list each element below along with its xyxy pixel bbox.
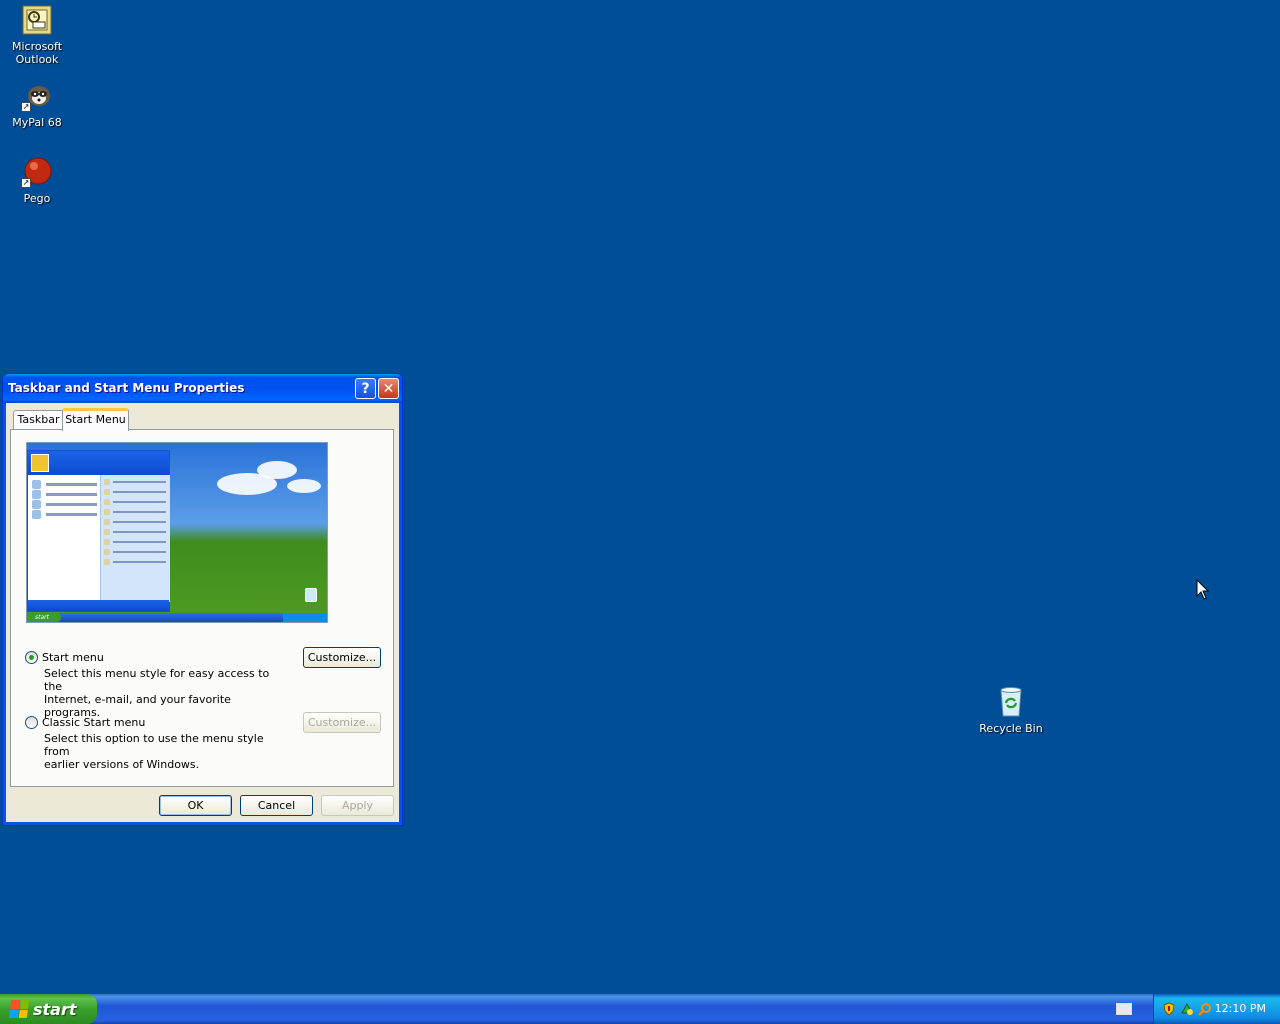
preview-recycle-bin-icon [305,588,317,602]
taskbar: start 12:10 PM [0,994,1280,1024]
help-icon: ? [361,380,370,397]
close-button[interactable]: ✕ [378,378,399,399]
windows-logo-icon [8,1000,30,1018]
desktop-icon-outlook[interactable]: Microsoft Outlook [0,4,74,66]
tab-start-menu[interactable]: Start Menu [62,408,129,431]
keyboard-icon[interactable] [1116,1003,1132,1015]
recycle-bin-icon [995,686,1027,718]
shortcut-arrow-icon: ↗ [21,178,31,188]
tab-taskbar[interactable]: Taskbar [13,410,64,430]
network-icon[interactable] [1180,1002,1194,1016]
start-menu-radio-label: Start menu [42,651,104,664]
desktop-icon-mypal[interactable]: ↗ MyPal 68 [0,80,74,129]
customize-classic-menu-button: Customize... [303,712,381,733]
close-icon: ✕ [382,380,395,397]
cancel-button[interactable]: Cancel [240,795,313,816]
start-menu-description: Select this menu style for easy access t… [44,667,270,719]
taskbar-start-menu-properties-dialog: Taskbar and Start Menu Properties ? ✕ Ta… [2,373,403,826]
system-tray: 12:10 PM [1153,994,1280,1024]
ok-button[interactable]: OK [159,795,232,816]
mouse-cursor-icon [1196,579,1210,600]
start-menu-tab-panel: start Start menu Select this menu style … [10,429,394,787]
preview-user-avatar [31,454,49,472]
preview-taskbar: start [27,613,327,622]
start-menu-radio[interactable]: Start menu [25,651,104,664]
outlook-icon [21,4,53,36]
desktop-icon-label: MyPal 68 [12,116,62,129]
dialog-title: Taskbar and Start Menu Properties [8,381,245,395]
start-button-label: start [33,999,77,1019]
desktop-icon-label: Microsoft Outlook [11,40,63,66]
desktop-icon-recycle-bin[interactable]: Recycle Bin [974,686,1048,735]
start-menu-radio-indicator[interactable] [25,651,38,664]
security-shield-icon[interactable] [1162,1002,1176,1016]
classic-start-menu-radio[interactable]: Classic Start menu [25,716,145,729]
classic-start-menu-description: Select this option to use the menu style… [44,732,264,771]
start-menu-preview-image: start [26,442,328,623]
search-icon[interactable] [1198,1002,1212,1016]
start-button[interactable]: start [0,994,97,1024]
desktop-icon-label: Recycle Bin [979,722,1043,735]
classic-start-menu-radio-label: Classic Start menu [42,716,146,729]
customize-start-menu-button[interactable]: Customize... [303,647,381,668]
shortcut-arrow-icon: ↗ [21,102,31,112]
desktop-icon-pego[interactable]: ↗ Pego [0,156,74,205]
pego-icon: ↗ [21,156,53,188]
mypal-icon: ↗ [21,80,53,112]
classic-start-menu-radio-indicator[interactable] [25,716,38,729]
preview-start-menu [27,450,170,612]
apply-button: Apply [321,795,394,816]
help-button[interactable]: ? [355,378,376,399]
clock[interactable]: 12:10 PM [1215,1002,1266,1015]
dialog-titlebar[interactable]: Taskbar and Start Menu Properties ? ✕ [3,374,402,403]
desktop-icon-label: Pego [23,192,51,205]
